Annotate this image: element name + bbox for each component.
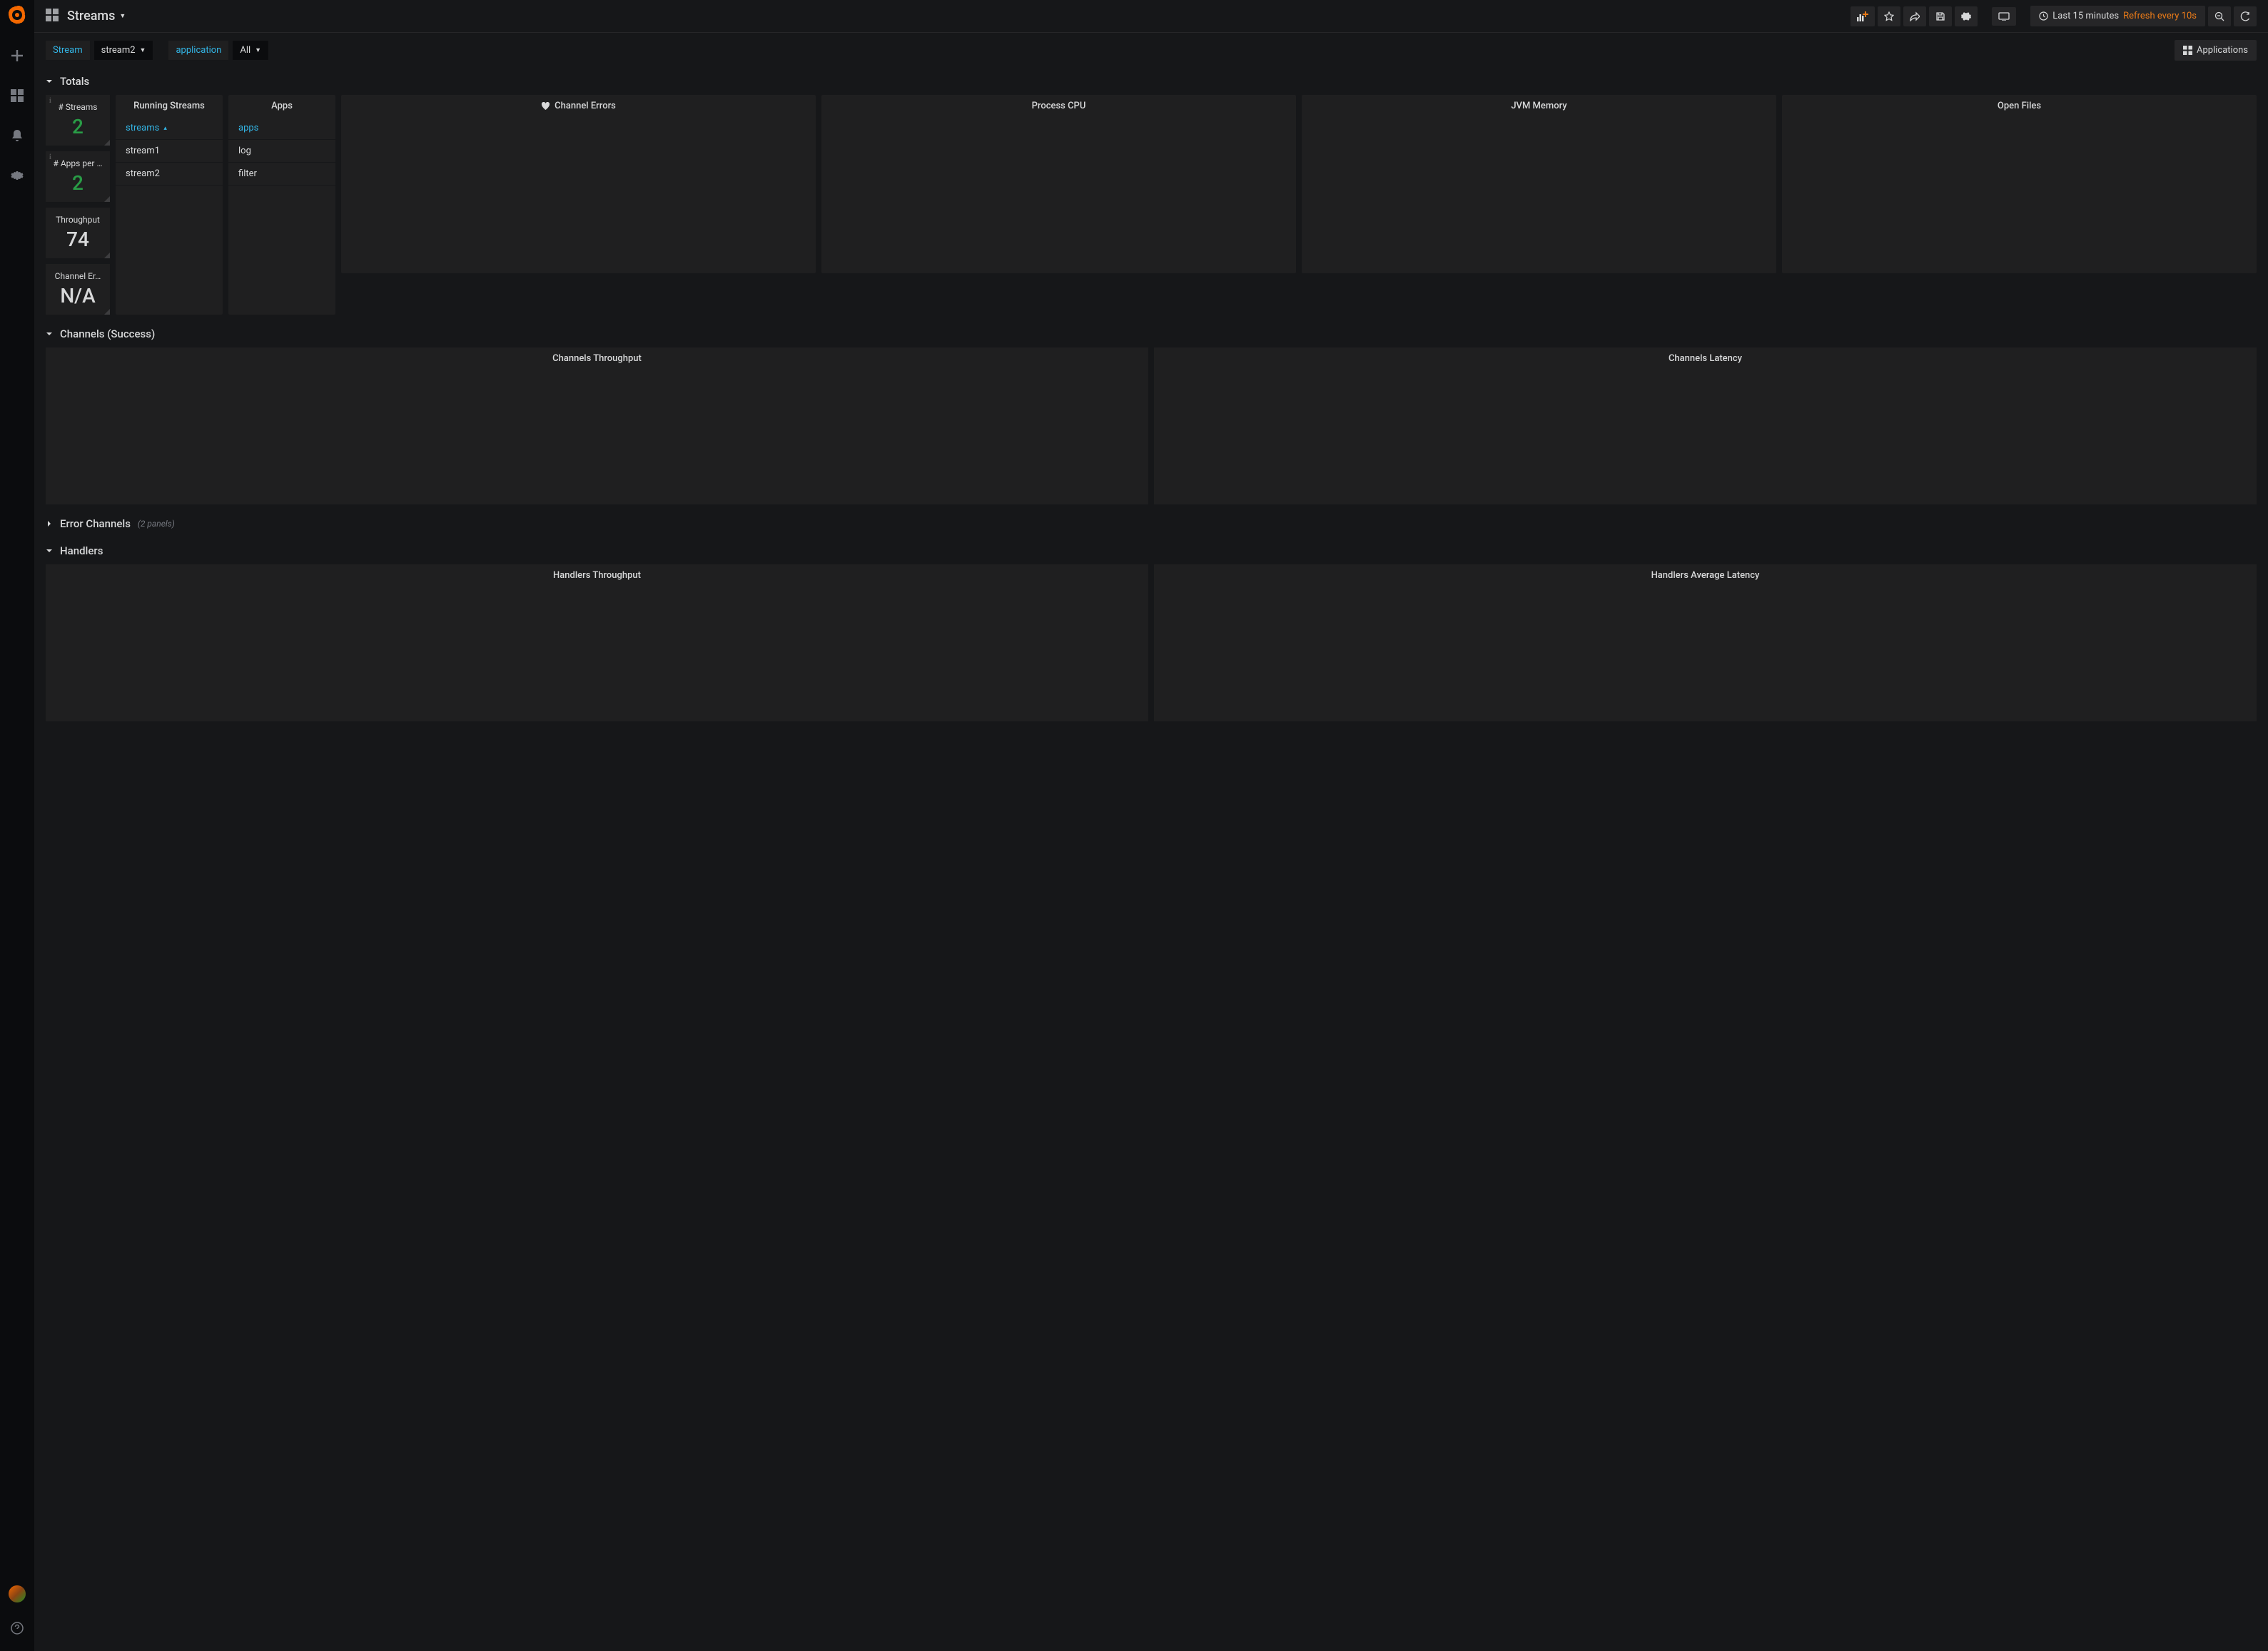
dashboard-topbar: Streams ▼ Last 15 minutes Refresh every … xyxy=(34,0,2268,33)
row-handlers-toggle[interactable]: Handlers xyxy=(46,537,2257,564)
refresh-button[interactable] xyxy=(2234,6,2257,26)
list-item[interactable]: stream1 xyxy=(116,140,223,163)
var-stream-label: Stream xyxy=(46,41,90,60)
stat-num-streams[interactable]: i# Streams2 xyxy=(46,95,110,146)
stat-apps-per[interactable]: i# Apps per …2 xyxy=(46,151,110,202)
row-channels-success-toggle[interactable]: Channels (Success) xyxy=(46,320,2257,347)
template-variables-bar: Stream stream2 ▼ application All ▼ Appli… xyxy=(34,33,2268,68)
panel-handlers-throughput[interactable]: Handlers Throughput xyxy=(46,564,1148,721)
nav-sidebar xyxy=(0,0,34,1651)
add-panel-button[interactable] xyxy=(1851,6,1875,26)
var-application-label: application xyxy=(168,41,228,60)
panel-channels-throughput[interactable]: Channels Throughput xyxy=(46,347,1148,504)
help-icon[interactable] xyxy=(6,1617,29,1640)
row-error-channels-toggle[interactable]: Error Channels (2 panels) xyxy=(46,510,2257,537)
settings-button[interactable] xyxy=(1955,6,1978,26)
list-item[interactable]: streams▴ xyxy=(116,117,223,140)
row-totals-toggle[interactable]: Totals xyxy=(46,68,2257,95)
list-item[interactable]: apps xyxy=(228,117,335,140)
var-stream-dropdown[interactable]: stream2 ▼ xyxy=(94,41,153,60)
stat-throughput[interactable]: Throughput74 xyxy=(46,208,110,258)
user-avatar[interactable] xyxy=(9,1585,26,1602)
create-icon[interactable] xyxy=(6,44,29,67)
alerting-icon[interactable] xyxy=(6,124,29,147)
list-item[interactable]: log xyxy=(228,140,335,163)
panel-running-streams: Running Streams streams▴stream1stream2 xyxy=(116,95,223,315)
stat-channel-err[interactable]: Channel Er…N/A xyxy=(46,264,110,315)
heart-icon xyxy=(541,102,550,111)
applications-link[interactable]: Applications xyxy=(2175,40,2257,61)
panel-channels-latency[interactable]: Channels Latency xyxy=(1154,347,2257,504)
share-button[interactable] xyxy=(1903,6,1926,26)
list-item[interactable]: filter xyxy=(228,163,335,186)
panel-handlers-latency[interactable]: Handlers Average Latency xyxy=(1154,564,2257,721)
time-range-picker[interactable]: Last 15 minutes Refresh every 10s xyxy=(2030,6,2205,26)
panel-jvm-memory[interactable]: JVM Memory xyxy=(1302,95,1776,273)
star-button[interactable] xyxy=(1878,6,1900,26)
panel-open-files[interactable]: Open Files xyxy=(1782,95,2257,273)
dashboards-icon[interactable] xyxy=(6,84,29,107)
dashboards-grid-icon[interactable] xyxy=(46,9,59,24)
panel-apps: Apps appslogfilter xyxy=(228,95,335,315)
grafana-logo-icon[interactable] xyxy=(9,6,26,27)
panel-process-cpu[interactable]: Process CPU xyxy=(821,95,1296,273)
view-mode-button[interactable] xyxy=(1992,7,2016,26)
dashboard-title[interactable]: Streams ▼ xyxy=(67,9,126,24)
configuration-icon[interactable] xyxy=(6,164,29,187)
list-item[interactable]: stream2 xyxy=(116,163,223,186)
zoom-out-button[interactable] xyxy=(2208,6,2231,26)
save-button[interactable] xyxy=(1929,6,1952,26)
var-application-dropdown[interactable]: All ▼ xyxy=(233,41,268,60)
panel-channel-errors[interactable]: Channel Errors xyxy=(341,95,816,273)
